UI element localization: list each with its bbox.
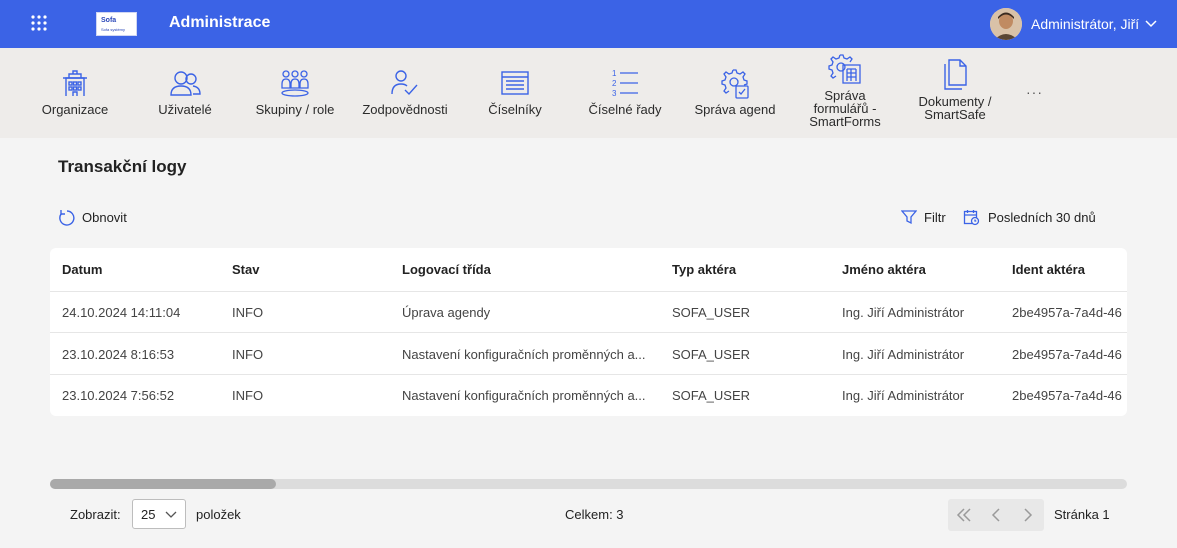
gear-clipboard-icon: [719, 68, 751, 99]
ribbon-item-label: Správa agend: [694, 102, 776, 117]
numbered-list-icon: 1 2 3: [610, 68, 640, 98]
logo-subtext: Sofa systémy: [101, 27, 126, 32]
ribbon-item-organizace[interactable]: Organizace: [35, 48, 115, 138]
chevrons-left-icon: [956, 508, 971, 522]
ribbon-item-zodpovednosti[interactable]: Zodpovědnosti: [358, 48, 452, 138]
horizontal-scrollbar[interactable]: [50, 479, 1127, 489]
chevron-down-icon: [165, 511, 177, 518]
more-modules-button[interactable]: ···: [1026, 84, 1043, 100]
transaction-log-table: Datum Stav Logovací třída Typ aktéra Jmé…: [50, 248, 1127, 416]
cell-stav: INFO: [232, 388, 264, 403]
cell-jmeno-aktera: Ing. Jiří Administrátor: [842, 388, 965, 403]
ribbon-item-label: Číselné řady: [588, 102, 662, 117]
ribbon-label-line: SmartForms: [809, 114, 881, 129]
table-row[interactable]: 23.10.2024 7:56:52 INFO Nastavení konfig…: [50, 375, 1127, 416]
ribbon-label-line: SmartSafe: [924, 107, 986, 122]
ribbon-item-ciselne-rady[interactable]: 1 2 3 Číselné řady: [582, 48, 668, 138]
period-selector[interactable]: Posledních 30 dnů: [963, 209, 1096, 226]
avatar: [990, 8, 1022, 40]
table-header-row: Datum Stav Logovací třída Typ aktéra Jmé…: [50, 248, 1127, 292]
logo-text: Sofa: [101, 17, 117, 24]
first-page-button[interactable]: [948, 499, 980, 531]
building-icon: [60, 68, 90, 98]
column-header-datum[interactable]: Datum: [62, 248, 222, 291]
refresh-button[interactable]: Obnovit: [58, 209, 127, 226]
refresh-label: Obnovit: [82, 210, 127, 225]
column-header-logovaci-trida[interactable]: Logovací třída: [402, 248, 654, 291]
user-check-icon: [390, 68, 420, 98]
cell-datum: 24.10.2024 14:11:04: [62, 304, 181, 320]
cell-typ-aktera: SOFA_USER: [672, 304, 751, 320]
svg-text:1: 1: [612, 69, 617, 78]
current-page: Stránka 1: [1054, 507, 1110, 522]
period-label: Posledních 30 dnů: [988, 210, 1096, 225]
top-bar: Sofa Sofa systémy Administrace Administr…: [0, 0, 1177, 48]
chevron-left-icon: [991, 508, 1000, 522]
column-header-stav[interactable]: Stav: [232, 248, 392, 291]
user-menu[interactable]: Administrátor, Jiří: [990, 8, 1157, 40]
cell-jmeno-aktera: Ing. Jiří Administrátor: [842, 346, 965, 362]
filter-button[interactable]: Filtr: [901, 209, 946, 225]
table-row[interactable]: 23.10.2024 8:16:53 INFO Nastavení konfig…: [50, 334, 1127, 375]
cell-ident-aktera: 2be4957a-7a4d-46: [1012, 304, 1122, 320]
cell-ident-aktera: 2be4957a-7a4d-46: [1012, 346, 1122, 362]
page-title: Transakční logy: [58, 157, 187, 176]
page-size-label: Zobrazit:: [70, 507, 121, 522]
column-header-jmeno-aktera[interactable]: Jméno aktéra: [842, 248, 1002, 291]
calendar-clock-icon: [963, 210, 980, 226]
cell-logovaci-trida: Nastavení konfiguračních proměnných a...: [402, 347, 646, 362]
items-label: položek: [196, 507, 241, 522]
group-icon: [279, 68, 311, 98]
cell-logovaci-trida: Nastavení konfiguračních proměnných a...: [402, 388, 646, 403]
ribbon-item-label: Uživatelé: [158, 102, 212, 117]
page-size-select[interactable]: 25: [132, 499, 186, 529]
ribbon-item-label: Číselníky: [488, 102, 542, 117]
total-count: Celkem: 3: [565, 507, 624, 522]
column-header-ident-aktera[interactable]: Ident aktéra: [1012, 248, 1127, 291]
cell-datum: 23.10.2024 8:16:53: [62, 346, 175, 362]
module-ribbon: Organizace Uživatelé Skupiny / role Zodp…: [0, 48, 1177, 138]
next-page-button[interactable]: [1012, 499, 1044, 531]
chevron-down-icon: [1145, 20, 1157, 28]
company-logo[interactable]: Sofa Sofa systémy: [96, 12, 137, 36]
app-title: Administrace: [169, 14, 271, 31]
cell-ident-aktera: 2be4957a-7a4d-46: [1012, 388, 1122, 403]
prev-page-button[interactable]: [980, 499, 1012, 531]
cell-stav: INFO: [232, 304, 264, 320]
ribbon-item-label: Dokumenty / SmartSafe: [919, 95, 992, 121]
cell-stav: INFO: [232, 346, 264, 362]
ribbon-item-uzivatele[interactable]: Uživatelé: [145, 48, 225, 138]
pagination: [948, 499, 1044, 531]
cell-jmeno-aktera: Ing. Jiří Administrátor: [842, 304, 965, 320]
cell-typ-aktera: SOFA_USER: [672, 346, 751, 362]
user-name: Administrátor, Jiří: [1031, 16, 1140, 32]
gear-form-icon: [828, 54, 862, 84]
scrollbar-thumb[interactable]: [50, 479, 276, 489]
users-icon: [169, 68, 201, 98]
ribbon-item-label: Skupiny / role: [255, 102, 335, 117]
ribbon-item-skupiny-role[interactable]: Skupiny / role: [250, 48, 340, 138]
ribbon-item-ciselniky[interactable]: Číselníky: [475, 48, 555, 138]
ribbon-item-label: Správa formulářů - SmartForms: [809, 89, 881, 128]
ribbon-item-smartsafe[interactable]: Dokumenty / SmartSafe: [910, 48, 1000, 138]
page-size-value: 25: [141, 506, 156, 522]
svg-text:3: 3: [612, 89, 617, 98]
documents-icon: [940, 59, 970, 90]
cell-typ-aktera: SOFA_USER: [672, 388, 751, 403]
ribbon-item-smartforms[interactable]: Správa formulářů - SmartForms: [800, 48, 890, 138]
ribbon-item-sprava-agend[interactable]: Správa agend: [690, 48, 780, 138]
refresh-icon: [59, 210, 75, 226]
filter-label: Filtr: [924, 209, 946, 225]
cell-logovaci-trida: Úprava agendy: [402, 305, 491, 320]
filter-icon: [901, 210, 917, 225]
column-header-typ-aktera[interactable]: Typ aktéra: [672, 248, 832, 291]
cell-datum: 23.10.2024 7:56:52: [62, 388, 175, 403]
table-row[interactable]: 24.10.2024 14:11:04 INFO Úprava agendy S…: [50, 292, 1127, 333]
svg-text:2: 2: [612, 79, 617, 88]
chevron-right-icon: [1024, 508, 1033, 522]
ribbon-item-label: Organizace: [41, 102, 109, 117]
list-window-icon: [500, 68, 530, 98]
ribbon-item-label: Zodpovědnosti: [362, 102, 448, 117]
app-launcher-icon[interactable]: [30, 14, 48, 32]
